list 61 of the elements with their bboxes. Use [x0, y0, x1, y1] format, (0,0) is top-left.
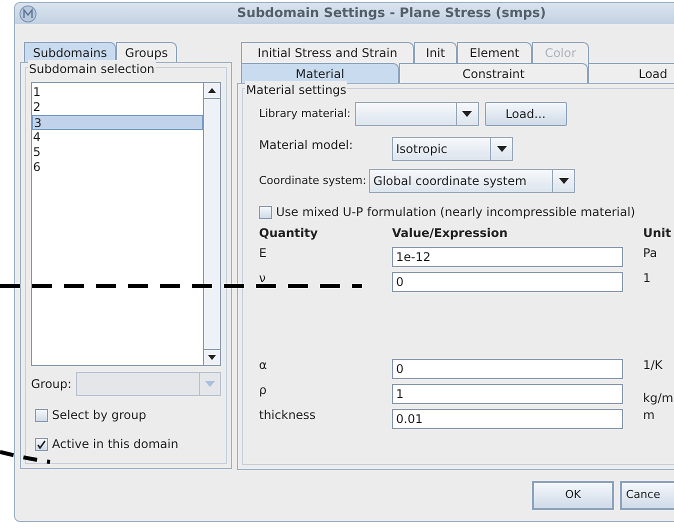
scroll-down-icon[interactable]: [208, 355, 216, 360]
column-header: Unit: [643, 225, 672, 242]
checkbox[interactable]: [35, 438, 48, 451]
tab[interactable]: Load: [588, 63, 674, 84]
library-material-dropdown[interactable]: [354, 102, 479, 126]
tab[interactable]: Init: [414, 42, 457, 64]
list-item[interactable]: 6: [32, 160, 203, 176]
tab[interactable]: Groups: [116, 42, 177, 62]
list-item[interactable]: 2: [32, 100, 203, 116]
leader-line: [0, 450, 50, 464]
window-title: Subdomain Settings - Plane Stress (smps): [237, 4, 546, 23]
coordinate-system-dropdown[interactable]: Global coordinate system: [369, 169, 576, 194]
scrollbar[interactable]: [203, 83, 220, 366]
quantity-label: α: [259, 357, 268, 374]
app-logo-icon: [19, 4, 37, 23]
value-field[interactable]: 0: [392, 272, 623, 292]
tab[interactable]: Element: [457, 42, 532, 64]
checkbox-label: Select by group: [52, 407, 146, 424]
group-title: Material settings: [245, 81, 348, 100]
column-header: Value/Expression: [392, 225, 509, 242]
tab[interactable]: Subdomains: [24, 42, 116, 62]
caret-icon: [558, 178, 569, 184]
list-item[interactable]: 4: [32, 130, 203, 146]
list-item[interactable]: 5: [32, 145, 203, 160]
field-label: Material model:: [259, 137, 354, 154]
quantity-label: ρ: [259, 382, 268, 400]
list-item[interactable]: 1: [32, 85, 203, 100]
tab[interactable]: Constraint: [399, 63, 588, 84]
quantity-label: E: [259, 245, 268, 262]
dropdown-value: Isotropic: [395, 141, 448, 158]
quantity-label: thickness: [259, 407, 317, 424]
value-field[interactable]: 1: [392, 384, 623, 404]
field-label: Library material:: [259, 106, 351, 122]
caret-icon: [205, 381, 215, 388]
group-label: Group:: [31, 376, 72, 394]
unit-label: kg/m: [643, 390, 674, 406]
dropdown-value: Global coordinate system: [372, 173, 528, 190]
list-item[interactable]: 3: [32, 115, 203, 130]
scroll-up-icon[interactable]: [208, 88, 216, 94]
caret-icon: [496, 146, 506, 152]
caret-icon: [462, 110, 472, 117]
checkbox[interactable]: [259, 206, 272, 219]
checkbox-label: Active in this domain: [52, 436, 178, 454]
checkbox[interactable]: [35, 408, 48, 422]
unit-label: m: [643, 407, 655, 424]
value-field[interactable]: 0: [392, 359, 623, 380]
value-field[interactable]: 0.01: [392, 409, 623, 430]
quantity-label: ν: [259, 270, 267, 288]
check-icon: [37, 440, 46, 449]
material-model-dropdown[interactable]: Isotropic: [392, 137, 513, 162]
field-label: Coordinate system:: [259, 173, 366, 190]
dialog-button[interactable]: Cance: [620, 481, 674, 510]
unit-label: 1: [643, 270, 651, 288]
tab[interactable]: Initial Stress and Strain: [241, 42, 414, 64]
value-field[interactable]: 1e-12: [392, 247, 623, 268]
column-header: Quantity: [259, 225, 319, 242]
load-button[interactable]: Load...: [484, 102, 567, 126]
checkbox-label: Use mixed U-P formulation (nearly incompressible material): [276, 204, 636, 222]
unit-label: Pa: [643, 245, 658, 262]
unit-label: 1/K: [643, 357, 663, 374]
dialog-button[interactable]: OK: [532, 481, 614, 510]
